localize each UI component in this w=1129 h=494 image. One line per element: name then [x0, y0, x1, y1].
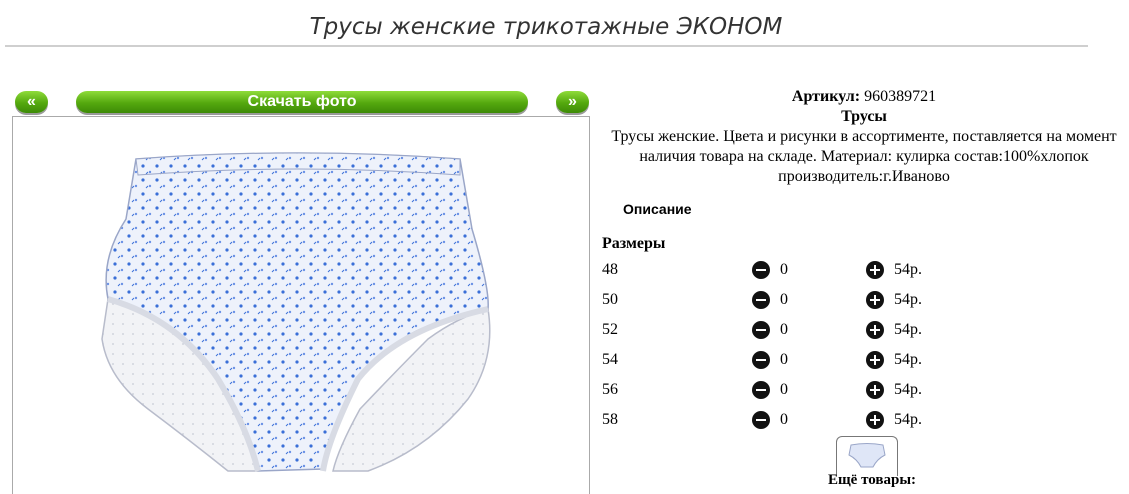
article-label: Артикул:	[791, 88, 861, 105]
quantity-value: 0	[780, 291, 788, 308]
size-row: 54 0 54р.	[602, 349, 942, 371]
minus-circle-icon[interactable]	[752, 381, 770, 399]
download-photo-button[interactable]: Скачать фото	[76, 91, 528, 113]
minus-circle-icon[interactable]	[752, 411, 770, 429]
minus-circle-icon[interactable]	[752, 261, 770, 279]
size-row: 52 0 54р.	[602, 319, 942, 341]
quantity-value: 0	[780, 411, 788, 428]
price-value: 54р.	[894, 381, 922, 398]
price-value: 54р.	[894, 291, 922, 308]
article-line: Артикул: 960389721	[604, 87, 1124, 107]
minus-circle-icon[interactable]	[752, 291, 770, 309]
size-label: 58	[602, 411, 618, 428]
minus-circle-icon[interactable]	[752, 321, 770, 339]
plus-circle-icon[interactable]	[866, 351, 884, 369]
size-row: 50 0 54р.	[602, 289, 942, 311]
size-label: 56	[602, 381, 618, 398]
size-row: 48 0 54р.	[602, 259, 942, 281]
size-label: 52	[602, 321, 618, 338]
price-value: 54р.	[894, 351, 922, 368]
plus-circle-icon[interactable]	[866, 321, 884, 339]
price-value: 54р.	[894, 261, 922, 278]
quantity-value: 0	[780, 351, 788, 368]
plus-circle-icon[interactable]	[866, 291, 884, 309]
article-value: 960389721	[864, 88, 937, 105]
quantity-value: 0	[780, 261, 788, 278]
quantity-value: 0	[780, 381, 788, 398]
photo-frame	[12, 116, 590, 494]
title-divider	[5, 45, 1088, 47]
price-value: 54р.	[894, 411, 922, 428]
product-photo[interactable]	[98, 149, 498, 479]
page-title: Трусы женские трикотажные ЭКОНОМ	[309, 14, 783, 40]
product-description: Трусы женские. Цвета и рисунки в ассорти…	[611, 128, 1117, 185]
price-value: 54р.	[894, 321, 922, 338]
size-row: 56 0 54р.	[602, 379, 942, 401]
minus-circle-icon[interactable]	[752, 351, 770, 369]
quantity-value: 0	[780, 321, 788, 338]
next-photo-button[interactable]: »	[556, 91, 589, 113]
product-name: Трусы	[841, 108, 887, 125]
sizes-header: Размеры	[602, 235, 666, 252]
more-goods-label: Ещё товары:	[828, 472, 917, 488]
size-label: 48	[602, 261, 618, 278]
size-row: 58 0 54р.	[602, 409, 942, 431]
prev-photo-button[interactable]: «	[15, 91, 48, 113]
thumbnail-image	[848, 443, 886, 468]
description-tab[interactable]: Описание	[623, 201, 692, 217]
plus-circle-icon[interactable]	[866, 261, 884, 279]
plus-circle-icon[interactable]	[866, 411, 884, 429]
plus-circle-icon[interactable]	[866, 381, 884, 399]
product-info: Артикул: 960389721 Трусы Трусы женские. …	[604, 87, 1124, 187]
size-label: 54	[602, 351, 618, 368]
product-thumbnail[interactable]	[836, 436, 898, 476]
size-label: 50	[602, 291, 618, 308]
